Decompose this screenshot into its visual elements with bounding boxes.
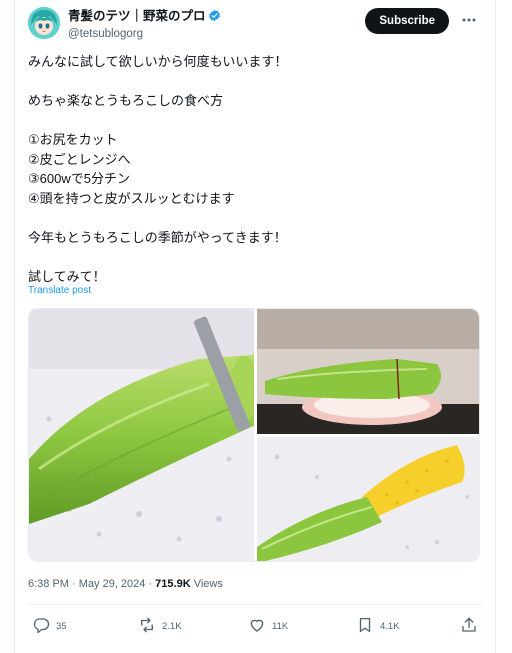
- views-label: Views: [190, 578, 223, 590]
- tweet-timestamp[interactable]: 6:38 PM · May 29, 2024 ·: [28, 578, 155, 590]
- photo-corn-peeled[interactable]: [257, 437, 479, 561]
- reply-count: 35: [56, 620, 67, 632]
- bookmark-button[interactable]: 4.1K: [356, 614, 400, 638]
- verified-badge-icon: [208, 9, 221, 26]
- repost-button[interactable]: 2.1K: [138, 614, 182, 638]
- subscribe-button[interactable]: Subscribe: [365, 8, 449, 34]
- author-display-name[interactable]: 青髪のテツ｜野菜のプロ: [68, 9, 206, 23]
- photo-corn-microwave[interactable]: [257, 309, 479, 434]
- action-bar: 35 2.1K 11K 4.1K: [28, 614, 482, 638]
- tweet-card: 青髪のテツ｜野菜のプロ @tetsublogorg Subscribe みんなに…: [14, 0, 496, 653]
- share-icon: [460, 616, 478, 637]
- repost-icon: [138, 616, 156, 637]
- photo-corn-cut[interactable]: [29, 309, 254, 561]
- more-icon[interactable]: [459, 11, 479, 29]
- like-button[interactable]: 11K: [248, 614, 288, 638]
- share-button[interactable]: [460, 614, 478, 638]
- author-name-row[interactable]: 青髪のテツ｜野菜のプロ: [68, 8, 221, 26]
- tweet-header: 青髪のテツ｜野菜のプロ @tetsublogorg Subscribe: [28, 7, 483, 43]
- author-block: 青髪のテツ｜野菜のプロ @tetsublogorg: [68, 8, 221, 42]
- reply-button[interactable]: 35: [32, 614, 67, 638]
- bookmark-icon: [356, 616, 374, 637]
- repost-count: 2.1K: [162, 620, 182, 632]
- tweet-meta: 6:38 PM · May 29, 2024 · 715.9K Views: [28, 578, 223, 590]
- views-count: 715.9K: [155, 578, 191, 590]
- author-handle[interactable]: @tetsublogorg: [68, 26, 221, 42]
- reply-icon: [32, 616, 50, 637]
- translate-post-link[interactable]: Translate post: [28, 285, 91, 296]
- tweet-text: みんなに試して欲しいから何度もいいます！ めちゃ楽なとうもろこしの食べ方 ①お尻…: [28, 54, 288, 284]
- divider: [28, 604, 482, 605]
- bookmark-count: 4.1K: [380, 620, 400, 632]
- avatar[interactable]: [28, 7, 60, 39]
- media-grid: [28, 308, 480, 562]
- like-count: 11K: [272, 620, 289, 632]
- like-icon: [248, 616, 266, 637]
